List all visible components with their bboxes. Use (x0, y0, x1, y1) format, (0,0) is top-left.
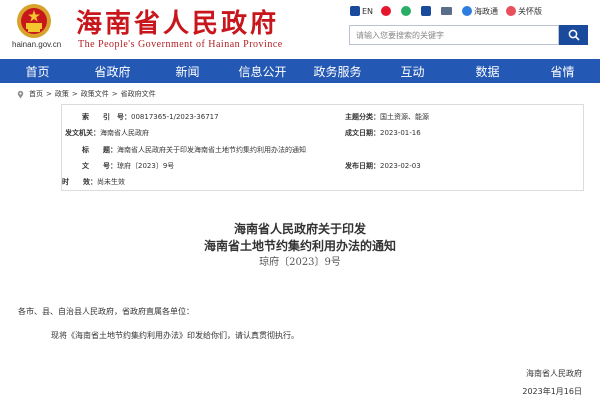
search-icon (568, 29, 580, 41)
document-body-paragraph: 现将《海南省土地节约集约利用办法》印发给你们，请认真贯彻执行。 (51, 331, 299, 340)
location-icon (17, 90, 24, 99)
info-row-validity: 时 效： 尚未生效 (62, 175, 125, 189)
breadcrumb-policy[interactable]: 政策 (55, 89, 69, 99)
validity-label: 时 效： (62, 178, 97, 186)
issuer-value: 海南省人民政府 (100, 129, 149, 137)
site-title[interactable]: 海南省人民政府 (76, 3, 279, 40)
nav-item-data[interactable]: 数据 (450, 59, 525, 83)
title-value: 海南省人民政府关于印发海南省土地节约集约利用办法的通知 (117, 146, 306, 154)
info-row-written-date: 成文日期： 2023-01-16 (345, 126, 421, 140)
english-label: EN (362, 6, 374, 16)
written-date-label: 成文日期： (345, 129, 380, 137)
info-row-title: 标 题： 海南省人民政府关于印发海南省土地节约集约利用办法的通知 (82, 143, 306, 157)
document-number: 琼府〔2023〕9号 (259, 257, 341, 268)
info-row-issuer: 发文机关： 海南省人民政府 (65, 126, 149, 140)
weibo-icon (381, 6, 392, 16)
info-row-doc-number: 文 号： 琼府〔2023〕9号 (82, 159, 174, 173)
search-input[interactable] (349, 25, 559, 45)
nav-item-province-overview[interactable]: 省情 (525, 59, 600, 83)
issuer-label: 发文机关： (65, 129, 100, 137)
nav-item-interaction[interactable]: 互动 (375, 59, 450, 83)
written-date-value: 2023-01-16 (380, 129, 421, 137)
top-toolbar: EN 海政通 关怀版 (350, 4, 550, 18)
search-bar (349, 25, 589, 45)
document-title-line2: 海南省土地节约集约利用办法的通知 (203, 239, 396, 253)
nav-item-news[interactable]: 新闻 (150, 59, 225, 83)
document-salutation: 各市、县、自治县人民政府，省政府直属各单位： (18, 307, 194, 316)
site-domain: hainan.gov.cn (12, 40, 62, 49)
document-signature-org: 海南省人民政府 (526, 369, 582, 378)
wechat-link[interactable] (401, 6, 413, 16)
haizhengtong-link[interactable]: 海政通 (462, 6, 498, 17)
search-button[interactable] (559, 25, 588, 45)
doc-number-value: 琼府〔2023〕9号 (117, 162, 175, 170)
document-info-box: 索 引 号： 00817365-1/2023-36717 主题分类： 国土资源、… (61, 104, 584, 191)
english-icon (350, 6, 360, 16)
info-row-publish-date: 发布日期： 2023-02-03 (345, 159, 421, 173)
info-row-category: 主题分类： 国土资源、能源 (345, 110, 429, 124)
national-emblem-icon[interactable] (14, 2, 54, 40)
validity-value: 尚未生效 (97, 178, 125, 186)
title-label: 标 题： (82, 146, 117, 154)
weibo-link[interactable] (381, 6, 393, 16)
doc-number-label: 文 号： (82, 162, 117, 170)
nav-item-provincial-government[interactable]: 省政府 (75, 59, 150, 83)
care-mode-icon (506, 6, 517, 16)
nav-item-home[interactable]: 首页 (0, 59, 75, 83)
main-nav: 首页 省政府 新闻 信息公开 政务服务 互动 数据 省情 (0, 59, 600, 83)
index-label: 索 引 号： (82, 113, 131, 121)
nav-item-gov-services[interactable]: 政务服务 (300, 59, 375, 83)
document-signature-date: 2023年1月16日 (522, 387, 582, 396)
mail-link[interactable] (441, 7, 454, 15)
site-subtitle: The People's Government of Hainan Provin… (78, 39, 283, 50)
category-value: 国土资源、能源 (380, 113, 429, 121)
wechat-icon (401, 6, 412, 16)
english-link[interactable]: EN (350, 6, 373, 16)
haizhengtong-label: 海政通 (474, 6, 499, 16)
document-title-line1: 海南省人民政府关于印发 (233, 222, 366, 236)
breadcrumb-separator: > (46, 90, 52, 98)
haizhengtong-icon (462, 6, 473, 16)
index-value: 00817365-1/2023-36717 (131, 113, 219, 121)
breadcrumb-policy-documents[interactable]: 政策文件 (81, 89, 109, 99)
publish-date-label: 发布日期： (345, 162, 380, 170)
mail-icon (441, 7, 453, 15)
care-mode-link[interactable]: 关怀版 (506, 6, 542, 17)
breadcrumb-separator: > (71, 90, 78, 98)
breadcrumb-provincial-documents[interactable]: 省政府文件 (121, 89, 156, 99)
category-label: 主题分类： (345, 113, 380, 121)
nav-item-info-disclosure[interactable]: 信息公开 (225, 59, 300, 83)
app-icon (421, 6, 432, 16)
breadcrumb: 首页 > 政策 > 政策文件 > 省政府文件 (16, 89, 156, 99)
breadcrumb-separator: > (111, 90, 118, 98)
publish-date-value: 2023-02-03 (380, 162, 421, 170)
app-link[interactable] (421, 6, 433, 16)
care-mode-label: 关怀版 (518, 6, 543, 16)
breadcrumb-home[interactable]: 首页 (29, 89, 43, 99)
site-header: hainan.gov.cn 海南省人民政府 The People's Gover… (0, 0, 600, 58)
info-row-index: 索 引 号： 00817365-1/2023-36717 (82, 110, 219, 124)
